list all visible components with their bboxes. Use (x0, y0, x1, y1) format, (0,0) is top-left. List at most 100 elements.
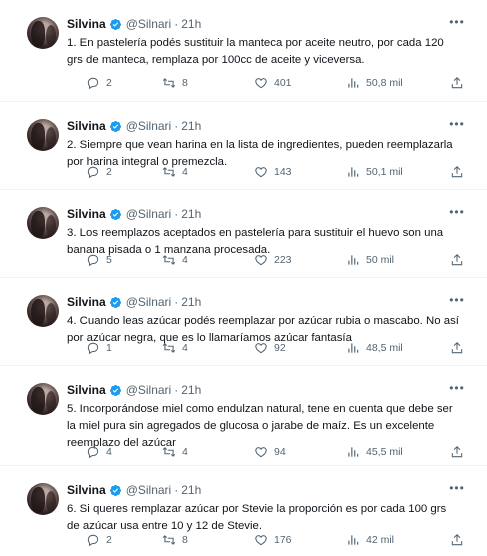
like-button[interactable]: 223 (254, 251, 292, 269)
author-handle[interactable]: @Silnari (126, 383, 172, 397)
tweet[interactable]: Silvina @Silnari · 21h ••• 1. En pastele… (0, 0, 487, 102)
tweet-thread: Silvina @Silnari · 21h ••• 1. En pastele… (0, 0, 487, 556)
avatar[interactable] (27, 383, 59, 415)
timestamp[interactable]: 21h (181, 295, 201, 309)
like-button[interactable]: 176 (254, 531, 292, 549)
author-handle[interactable]: @Silnari (126, 295, 172, 309)
retweet-button[interactable]: 4 (162, 339, 188, 357)
timestamp[interactable]: 21h (181, 207, 201, 221)
tweet[interactable]: Silvina @Silnari · 21h ••• 6. Si queres … (0, 466, 487, 556)
avatar[interactable] (27, 483, 59, 515)
views-chart-icon (348, 447, 359, 457)
tweet-header: Silvina @Silnari · 21h (67, 381, 201, 399)
verified-badge-icon (109, 296, 121, 308)
author-handle[interactable]: @Silnari (126, 119, 172, 133)
tweet-header: Silvina @Silnari · 21h (67, 15, 201, 33)
author-name[interactable]: Silvina (67, 383, 106, 397)
views-chart-icon (348, 167, 359, 177)
like-count: 401 (274, 77, 292, 89)
heart-icon (255, 535, 267, 546)
retweet-button[interactable]: 8 (162, 531, 188, 549)
like-count: 92 (274, 342, 286, 354)
reply-icon (87, 166, 99, 179)
tweet-text: 1. En pastelería podés sustituir la mant… (67, 37, 444, 66)
share-icon (451, 254, 463, 266)
avatar[interactable] (27, 207, 59, 239)
like-button[interactable]: 143 (254, 163, 292, 181)
reply-button[interactable]: 5 (86, 251, 112, 269)
reply-count: 1 (106, 342, 112, 354)
author-name[interactable]: Silvina (67, 17, 106, 31)
timestamp[interactable]: 21h (181, 383, 201, 397)
author-name[interactable]: Silvina (67, 295, 106, 309)
reply-button[interactable]: 4 (86, 443, 112, 461)
view-count: 50,1 mil (366, 166, 403, 178)
views-button[interactable]: 45,5 mil (346, 443, 403, 461)
share-button[interactable] (450, 531, 464, 549)
views-chart-icon (348, 343, 359, 353)
view-count: 45,5 mil (366, 446, 403, 458)
retweet-count: 8 (182, 77, 188, 89)
reply-button[interactable]: 1 (86, 339, 112, 357)
more-options-icon[interactable]: ••• (449, 14, 465, 30)
avatar[interactable] (27, 119, 59, 151)
view-count: 42 mil (366, 534, 395, 546)
view-count: 50,8 mil (366, 77, 403, 89)
reply-count: 4 (106, 446, 112, 458)
heart-icon (255, 78, 267, 89)
retweet-button[interactable]: 4 (162, 251, 188, 269)
tweet-header: Silvina @Silnari · 21h (67, 205, 201, 223)
author-name[interactable]: Silvina (67, 119, 106, 133)
timestamp[interactable]: 21h (181, 483, 201, 497)
tweet[interactable]: Silvina @Silnari · 21h ••• 3. Los reempl… (0, 190, 487, 278)
more-options-icon[interactable]: ••• (449, 116, 465, 132)
author-handle[interactable]: @Silnari (126, 483, 172, 497)
tweet[interactable]: Silvina @Silnari · 21h ••• 5. Incorporán… (0, 366, 487, 466)
tweet[interactable]: Silvina @Silnari · 21h ••• 4. Cuando lea… (0, 278, 487, 366)
more-options-icon[interactable]: ••• (449, 292, 465, 308)
timestamp[interactable]: 21h (181, 17, 201, 31)
views-button[interactable]: 48,5 mil (346, 339, 403, 357)
reply-button[interactable]: 2 (86, 163, 112, 181)
like-button[interactable]: 94 (254, 443, 286, 461)
retweet-icon (162, 343, 176, 353)
verified-badge-icon (109, 208, 121, 220)
retweet-button[interactable]: 8 (162, 74, 188, 92)
reply-button[interactable]: 2 (86, 531, 112, 549)
like-button[interactable]: 92 (254, 339, 286, 357)
avatar[interactable] (27, 17, 59, 49)
share-button[interactable] (450, 339, 464, 357)
separator-dot: · (174, 383, 179, 397)
retweet-count: 8 (182, 534, 188, 546)
retweet-button[interactable]: 4 (162, 443, 188, 461)
more-options-icon[interactable]: ••• (449, 480, 465, 496)
share-button[interactable] (450, 443, 464, 461)
tweet-actions: 2 8 401 50,8 mil (86, 74, 478, 92)
share-button[interactable] (450, 74, 464, 92)
like-button[interactable]: 401 (254, 74, 292, 92)
views-button[interactable]: 50,8 mil (346, 74, 403, 92)
reply-icon (87, 254, 99, 267)
author-name[interactable]: Silvina (67, 207, 106, 221)
views-button[interactable]: 42 mil (346, 531, 394, 549)
share-button[interactable] (450, 163, 464, 181)
author-handle[interactable]: @Silnari (126, 207, 172, 221)
more-options-icon[interactable]: ••• (449, 204, 465, 220)
verified-badge-icon (109, 120, 121, 132)
reply-button[interactable]: 2 (86, 74, 112, 92)
more-options-icon[interactable]: ••• (449, 380, 465, 396)
views-button[interactable]: 50,1 mil (346, 163, 403, 181)
timestamp[interactable]: 21h (181, 119, 201, 133)
share-button[interactable] (450, 251, 464, 269)
author-handle[interactable]: @Silnari (126, 17, 172, 31)
views-button[interactable]: 50 mil (346, 251, 394, 269)
avatar[interactable] (27, 295, 59, 327)
verified-badge-icon (109, 384, 121, 396)
views-chart-icon (348, 535, 359, 545)
tweet[interactable]: Silvina @Silnari · 21h ••• 2. Siempre qu… (0, 102, 487, 190)
author-name[interactable]: Silvina (67, 483, 106, 497)
separator-dot: · (174, 483, 179, 497)
retweet-button[interactable]: 4 (162, 163, 188, 181)
tweet-actions: 5 4 223 50 mil (86, 251, 478, 269)
retweet-count: 4 (182, 254, 188, 266)
